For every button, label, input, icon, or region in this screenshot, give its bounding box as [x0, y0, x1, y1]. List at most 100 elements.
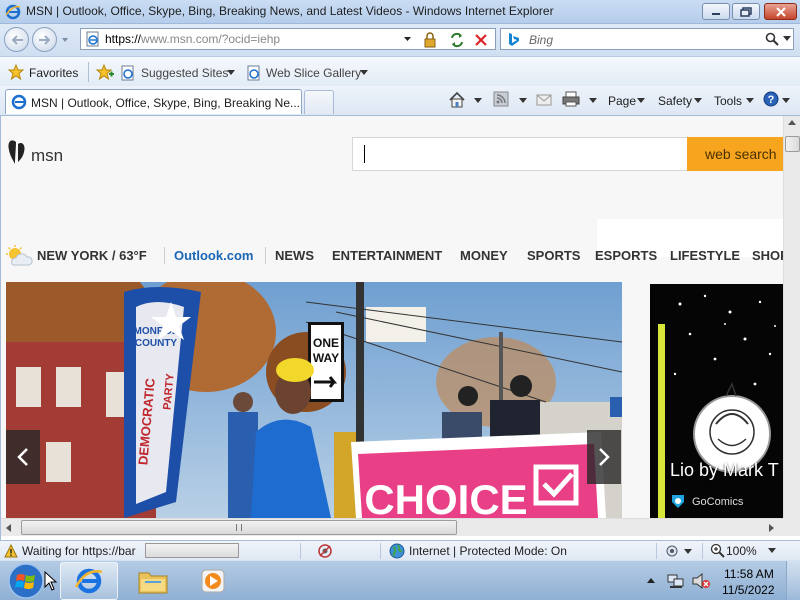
zoom-level[interactable]: 100%: [726, 544, 757, 558]
new-tab-button[interactable]: [304, 90, 334, 114]
vertical-scrollbar[interactable]: [783, 116, 800, 518]
page-icon: [86, 31, 99, 47]
address-url[interactable]: https://www.msn.com/?ocid=iehp: [105, 32, 280, 46]
start-button[interactable]: [4, 562, 48, 600]
nav-esports[interactable]: ESPORTS: [595, 248, 657, 263]
carousel-prev-button[interactable]: [6, 430, 40, 484]
restore-icon: [740, 6, 752, 17]
comic-card[interactable]: Lio by Mark T GoComics: [650, 284, 783, 518]
safety-menu[interactable]: Safety: [658, 94, 692, 108]
nav-sports[interactable]: SPORTS: [527, 248, 580, 263]
search-icon[interactable]: [765, 32, 779, 46]
recent-pages-dropdown-icon[interactable]: [61, 36, 69, 44]
privacy-report-icon[interactable]: [317, 543, 333, 559]
suggested-sites-dropdown-icon[interactable]: [227, 70, 235, 76]
favorites-star-icon[interactable]: [8, 64, 24, 80]
read-mail-icon[interactable]: [536, 91, 552, 107]
hero-news-photo[interactable]: ONE WAY MONROE COUNTY DEMOCRATIC PARTY C…: [6, 282, 622, 518]
scroll-right-icon[interactable]: [769, 524, 775, 532]
web-slice-gallery-link[interactable]: Web Slice Gallery: [266, 66, 361, 80]
taskbar-internet-explorer[interactable]: [60, 562, 118, 600]
nav-money[interactable]: MONEY: [460, 248, 508, 263]
zoom-dropdown-icon[interactable]: [768, 548, 776, 554]
media-player-icon: [201, 569, 225, 593]
nav-lifestyle[interactable]: LIFESTYLE: [670, 248, 740, 263]
volume-muted-icon[interactable]: [691, 572, 711, 590]
carousel-next-button[interactable]: [587, 430, 621, 484]
search-options-dropdown-icon[interactable]: [783, 36, 791, 42]
nav-entertainment[interactable]: ENTERTAINMENT: [332, 248, 442, 263]
nav-shop[interactable]: SHOP: [752, 248, 783, 263]
favorites-separator: [88, 62, 89, 82]
network-icon[interactable]: [667, 572, 685, 590]
minimize-button[interactable]: [702, 3, 730, 20]
bing-icon: [509, 33, 519, 46]
weather-location[interactable]: NEW YORK / 63°F: [37, 248, 147, 263]
msn-logo-text[interactable]: msn: [31, 146, 63, 166]
status-separator: [656, 543, 657, 559]
home-icon[interactable]: [448, 91, 466, 109]
forward-button[interactable]: [32, 27, 57, 52]
clock-time[interactable]: 11:58 AM: [724, 567, 774, 581]
comic-illustration: [650, 284, 783, 518]
change-status-bar-settings-icon[interactable]: [664, 543, 694, 559]
add-to-favorites-bar-icon[interactable]: [96, 64, 114, 80]
tab-msn[interactable]: MSN | Outlook, Office, Skype, Bing, Brea…: [5, 89, 302, 114]
page-menu-dropdown-icon[interactable]: [637, 98, 645, 104]
security-zone-text[interactable]: Internet | Protected Mode: On: [409, 544, 567, 558]
web-search-button[interactable]: web search: [687, 137, 783, 171]
web-slice-gallery-dropdown-icon[interactable]: [360, 70, 368, 76]
print-dropdown-icon[interactable]: [589, 98, 597, 104]
nav-news[interactable]: NEWS: [275, 248, 314, 263]
lock-icon[interactable]: [423, 32, 437, 48]
msn-page: msn web search NEW YORK / 63°F Outlook.c…: [1, 116, 783, 518]
refresh-icon[interactable]: [449, 32, 465, 48]
stop-icon[interactable]: [474, 33, 488, 47]
scroll-up-icon[interactable]: [788, 120, 796, 126]
back-button[interactable]: [4, 27, 29, 52]
scroll-left-icon[interactable]: [6, 524, 12, 532]
feeds-icon[interactable]: [493, 91, 509, 107]
safety-menu-dropdown-icon[interactable]: [694, 98, 702, 104]
search-box[interactable]: Bing: [500, 28, 794, 50]
show-desktop-button[interactable]: [786, 561, 800, 600]
home-dropdown-icon[interactable]: [474, 98, 482, 104]
restore-button[interactable]: [732, 3, 760, 20]
web-slice-gallery-icon: [247, 65, 260, 81]
scroll-grip: [236, 524, 242, 531]
zoom-icon[interactable]: [710, 543, 726, 559]
close-button[interactable]: [764, 3, 797, 20]
gocomics-logo-icon: [672, 495, 684, 508]
banner-line-2: COUNTY: [135, 338, 178, 349]
feeds-dropdown-icon[interactable]: [519, 98, 527, 104]
status-separator: [702, 543, 703, 559]
suggested-sites-icon: [121, 65, 134, 81]
help-dropdown-icon[interactable]: [782, 98, 790, 104]
horizontal-scrollbar[interactable]: [1, 518, 783, 536]
nav-separator: [265, 247, 266, 264]
navigation-bar: https://www.msn.com/?ocid=iehp Bing: [0, 24, 800, 56]
show-hidden-icons-icon[interactable]: [646, 576, 656, 584]
favorites-button[interactable]: Favorites: [29, 66, 78, 80]
horizontal-scroll-thumb[interactable]: [21, 520, 457, 535]
warning-icon: [4, 544, 18, 558]
address-bar[interactable]: https://www.msn.com/?ocid=iehp: [80, 28, 496, 50]
taskbar-media-player[interactable]: [184, 562, 242, 600]
comic-title[interactable]: Lio by Mark T: [670, 460, 779, 481]
tools-menu[interactable]: Tools: [714, 94, 742, 108]
help-icon[interactable]: ?: [763, 91, 779, 107]
ie-logo-icon: [5, 4, 21, 20]
comic-source: GoComics: [692, 496, 744, 508]
nav-outlook[interactable]: Outlook.com: [174, 248, 253, 263]
suggested-sites-link[interactable]: Suggested Sites: [141, 66, 228, 80]
clock-date[interactable]: 11/5/2022: [722, 583, 775, 597]
msn-butterfly-icon[interactable]: [5, 138, 29, 166]
address-dropdown-icon[interactable]: [403, 35, 412, 43]
web-search-input[interactable]: [352, 137, 688, 171]
tools-menu-dropdown-icon[interactable]: [746, 98, 754, 104]
taskbar-windows-explorer[interactable]: [124, 562, 182, 600]
partly-cloudy-icon[interactable]: [5, 245, 33, 267]
page-menu[interactable]: Page: [608, 94, 636, 108]
vertical-scroll-thumb[interactable]: [785, 136, 800, 152]
print-icon[interactable]: [562, 91, 580, 107]
